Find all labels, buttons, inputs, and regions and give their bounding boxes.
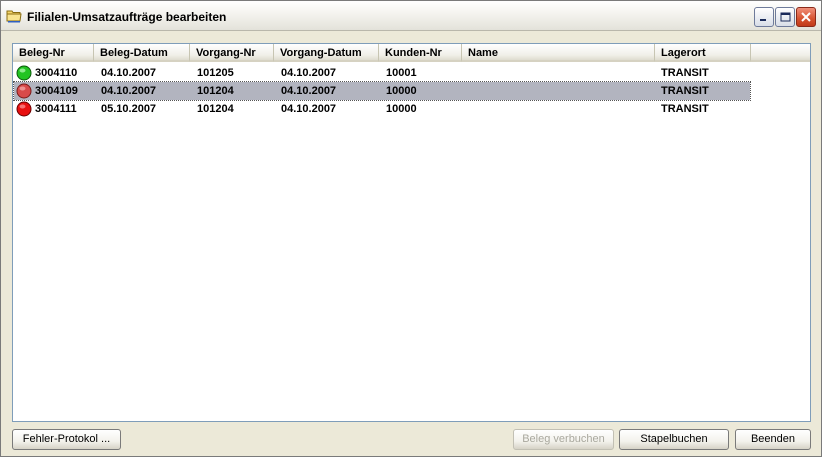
minimize-button[interactable]: [754, 7, 774, 27]
cell-beleg-nr: 3004110: [35, 67, 78, 79]
title-bar[interactable]: Filialen-Umsatzaufträge bearbeiten: [1, 1, 821, 31]
maximize-button[interactable]: [775, 7, 795, 27]
column-header-name[interactable]: Name: [462, 44, 655, 62]
cell-lagerort: TRANSIT: [661, 103, 709, 115]
window-title: Filialen-Umsatzaufträge bearbeiten: [27, 10, 227, 24]
cell-beleg-nr: 3004111: [35, 103, 77, 115]
column-header-kunden-nr[interactable]: Kunden-Nr: [379, 44, 462, 62]
table-row[interactable]: 3004111 05.10.2007 101204 04.10.2007 100…: [14, 100, 750, 118]
cell-beleg-datum: 05.10.2007: [101, 103, 157, 115]
cell-lagerort: TRANSIT: [661, 67, 709, 79]
status-red-icon: [16, 83, 32, 99]
minimize-icon: [760, 19, 766, 21]
column-header-beleg-datum[interactable]: Beleg-Datum: [94, 44, 190, 62]
folder-icon: [6, 8, 22, 23]
close-icon: [801, 12, 811, 22]
cell-beleg-datum: 04.10.2007: [101, 85, 157, 97]
stapelbuchen-button[interactable]: Stapelbuchen: [619, 429, 729, 450]
cell-vorgang-datum: 04.10.2007: [281, 85, 337, 97]
column-header-lagerort[interactable]: Lagerort: [655, 44, 751, 62]
cell-kunden-nr: 10001: [386, 67, 417, 79]
beenden-button[interactable]: Beenden: [735, 429, 811, 450]
cell-beleg-nr: 3004109: [35, 85, 78, 97]
column-label: Beleg-Nr: [19, 47, 65, 59]
column-label: Vorgang-Datum: [280, 47, 362, 59]
close-button[interactable]: [796, 7, 816, 27]
list-header: Beleg-Nr Beleg-Datum Vorgang-Nr Vorgang-…: [13, 44, 810, 62]
fehler-protokol-button[interactable]: Fehler-Protokol ...: [12, 429, 121, 450]
column-header-vorgang-datum[interactable]: Vorgang-Datum: [274, 44, 379, 62]
column-label: Beleg-Datum: [100, 47, 168, 59]
cell-kunden-nr: 10000: [386, 103, 417, 115]
column-label: Vorgang-Nr: [196, 47, 256, 59]
table-row[interactable]: 3004110 04.10.2007 101205 04.10.2007 100…: [14, 64, 750, 82]
status-green-icon: [16, 65, 32, 81]
cell-lagerort: TRANSIT: [661, 85, 709, 97]
maximize-icon: [780, 12, 791, 22]
column-header-filler: [751, 44, 810, 62]
column-label: Lagerort: [661, 47, 706, 59]
column-header-vorgang-nr[interactable]: Vorgang-Nr: [190, 44, 274, 62]
column-label: Kunden-Nr: [385, 47, 442, 59]
cell-vorgang-datum: 04.10.2007: [281, 67, 337, 79]
cell-vorgang-nr: 101205: [197, 67, 234, 79]
cell-kunden-nr: 10000: [386, 85, 417, 97]
column-header-beleg-nr[interactable]: Beleg-Nr: [13, 44, 94, 62]
beleg-verbuchen-button[interactable]: Beleg verbuchen: [513, 429, 614, 450]
cell-vorgang-datum: 04.10.2007: [281, 103, 337, 115]
status-red-icon: [16, 101, 32, 117]
main-window: Filialen-Umsatzaufträge bearbeiten Beleg…: [0, 0, 822, 457]
orders-list[interactable]: Beleg-Nr Beleg-Datum Vorgang-Nr Vorgang-…: [12, 43, 811, 422]
table-row-selected[interactable]: 3004109 04.10.2007 101204 04.10.2007 100…: [13, 81, 751, 101]
cell-vorgang-nr: 101204: [197, 103, 234, 115]
cell-beleg-datum: 04.10.2007: [101, 67, 157, 79]
column-label: Name: [468, 47, 498, 59]
cell-vorgang-nr: 101204: [197, 85, 234, 97]
